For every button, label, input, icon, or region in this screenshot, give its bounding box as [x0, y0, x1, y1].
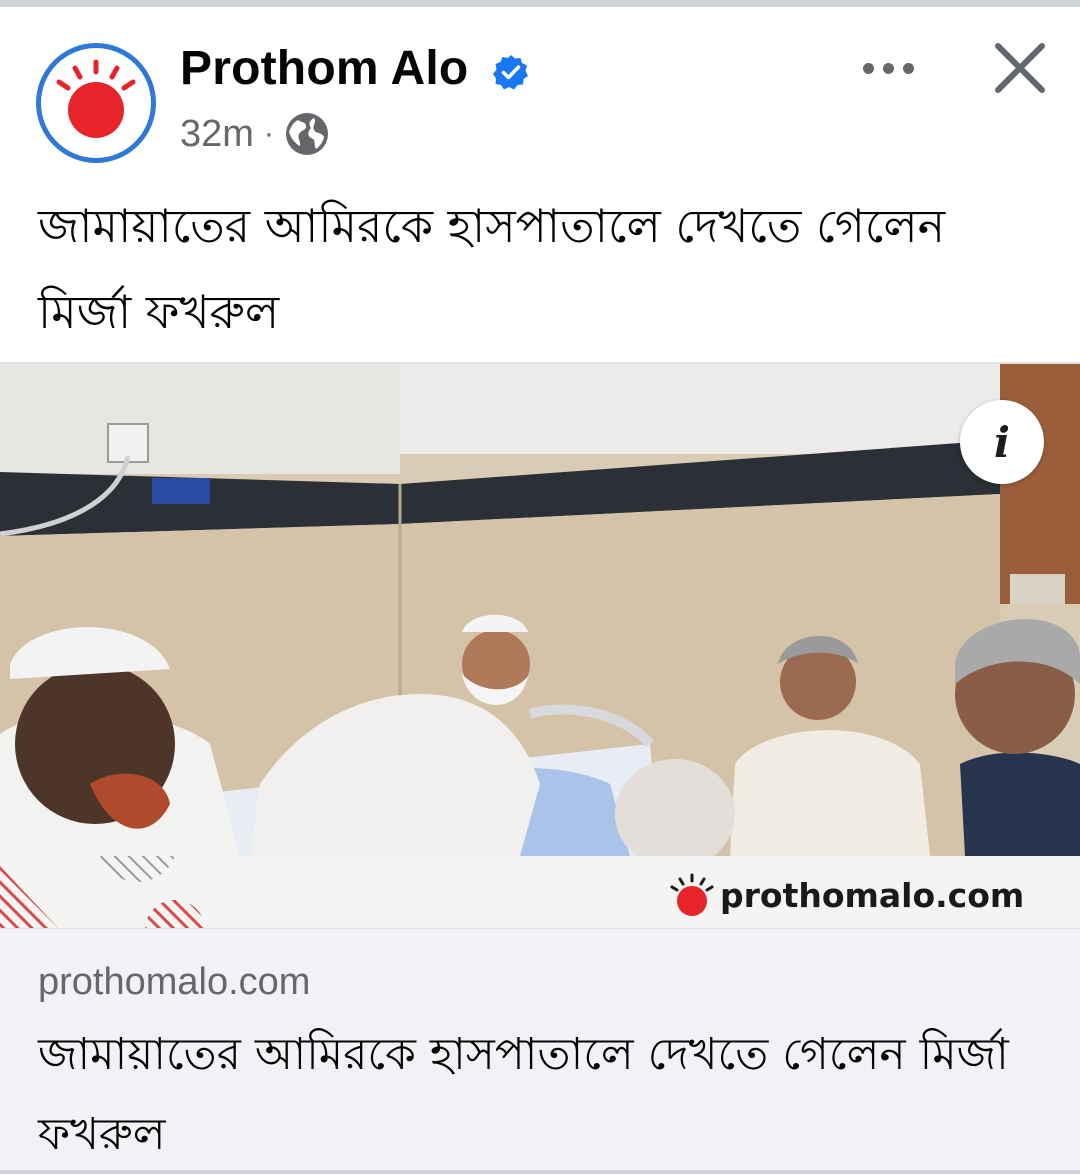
verified-badge-icon — [493, 55, 528, 90]
page-name[interactable]: Prothom Alo — [180, 40, 468, 98]
image-watermark-text: prothomalo.com — [720, 876, 1025, 915]
page-avatar[interactable] — [36, 43, 156, 163]
more-options-icon[interactable] — [852, 46, 924, 90]
bottom-divider — [0, 1170, 1080, 1174]
meta-separator: · — [263, 117, 274, 150]
prothom-alo-sun-icon — [670, 873, 714, 916]
post-image[interactable]: i prothomalo.com — [0, 362, 1080, 928]
link-title: জামায়াতের আমিরকে হাসপাতালে দেখতে গেলেন … — [38, 1029, 1009, 1160]
info-icon: i — [994, 417, 1010, 467]
link-preview[interactable]: prothomalo.com জামায়াতের আমিরকে হাসপাতা… — [0, 928, 1080, 1171]
image-watermark-bar: prothomalo.com — [0, 856, 1080, 928]
more-dot — [882, 62, 894, 74]
link-domain: prothomalo.com — [38, 961, 311, 1003]
post-meta: 32m · — [180, 110, 330, 158]
hospital-visit-photo — [0, 364, 1080, 856]
decorative-stripes-icon — [0, 856, 205, 928]
globe-icon[interactable] — [284, 111, 330, 157]
image-info-button[interactable]: i — [960, 400, 1044, 484]
post-timestamp[interactable]: 32m — [180, 110, 254, 158]
prothom-alo-logo — [56, 59, 136, 138]
post-text: জামায়াতের আমিরকে হাসপাতালে দেখতে গেলেন … — [38, 199, 946, 339]
more-dot — [862, 62, 874, 74]
close-icon[interactable] — [988, 36, 1052, 100]
top-divider — [0, 0, 1080, 7]
more-dot — [902, 62, 914, 74]
